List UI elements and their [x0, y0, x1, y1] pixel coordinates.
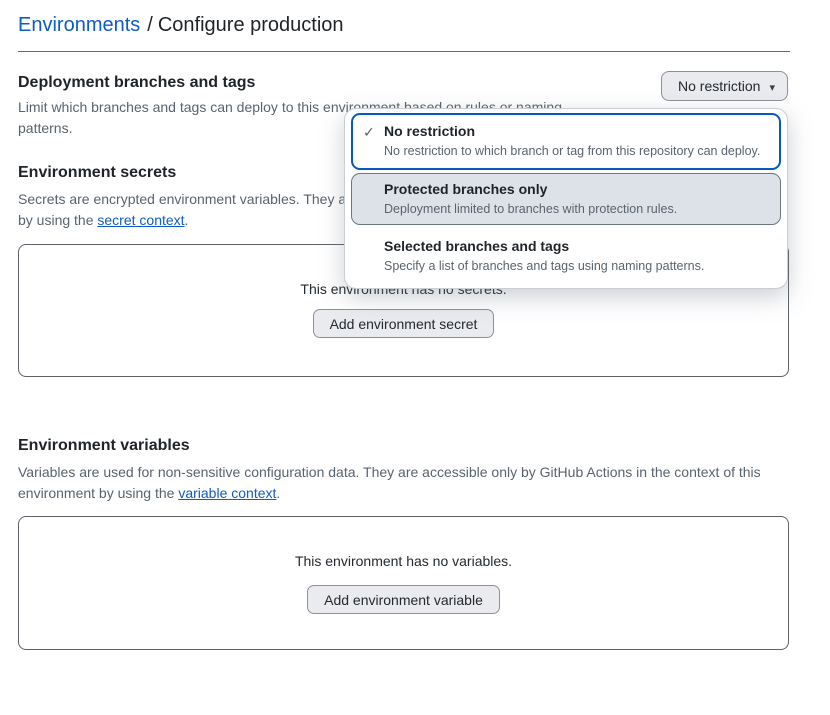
menu-item-title: Protected branches only	[384, 181, 769, 197]
page-title: Environments /Configure production	[18, 14, 344, 37]
variables-empty-text: This environment has no variables.	[19, 553, 788, 569]
add-environment-variable-button[interactable]: Add environment variable	[307, 585, 500, 614]
secrets-description-period: .	[185, 212, 189, 228]
add-environment-secret-button[interactable]: Add environment secret	[313, 309, 495, 338]
variable-context-link[interactable]: variable context	[178, 485, 276, 501]
menu-item-description: Deployment limited to branches with prot…	[384, 202, 769, 216]
breadcrumb-environments-link[interactable]: Environments	[18, 14, 140, 36]
menu-item-description: Specify a list of branches and tags usin…	[384, 259, 769, 273]
menu-item-title: No restriction	[384, 123, 769, 139]
variables-description-period: .	[276, 485, 280, 501]
secret-context-link[interactable]: secret context	[97, 212, 184, 228]
menu-item-title: Selected branches and tags	[384, 238, 769, 254]
menu-item-selected-branches[interactable]: Selected branches and tags Specify a lis…	[351, 230, 781, 282]
menu-item-protected-branches[interactable]: Protected branches only Deployment limit…	[351, 173, 781, 225]
restriction-select-button[interactable]: No restriction ▾	[661, 71, 788, 101]
menu-item-description: No restriction to which branch or tag fr…	[384, 144, 769, 158]
check-icon: ✓	[363, 124, 375, 141]
deployment-branches-heading: Deployment branches and tags	[18, 74, 255, 92]
header-divider	[18, 51, 790, 52]
variables-empty-box: This environment has no variables. Add e…	[18, 516, 789, 650]
environment-secrets-heading: Environment secrets	[18, 164, 176, 182]
menu-item-no-restriction[interactable]: ✓ No restriction No restriction to which…	[351, 113, 781, 170]
breadcrumb-separator: /	[147, 14, 153, 36]
restriction-select-label: No restriction	[678, 78, 760, 94]
breadcrumb-current: Configure production	[158, 14, 344, 36]
environment-settings-page: Environments /Configure production Deploy…	[0, 0, 830, 715]
environment-variables-description: Variables are used for non-sensitive con…	[18, 462, 794, 504]
restriction-dropdown-menu: ✓ No restriction No restriction to which…	[344, 108, 788, 289]
chevron-down-icon: ▾	[769, 81, 775, 94]
environment-variables-heading: Environment variables	[18, 437, 190, 455]
variables-description-text: Variables are used for non-sensitive con…	[18, 464, 761, 501]
